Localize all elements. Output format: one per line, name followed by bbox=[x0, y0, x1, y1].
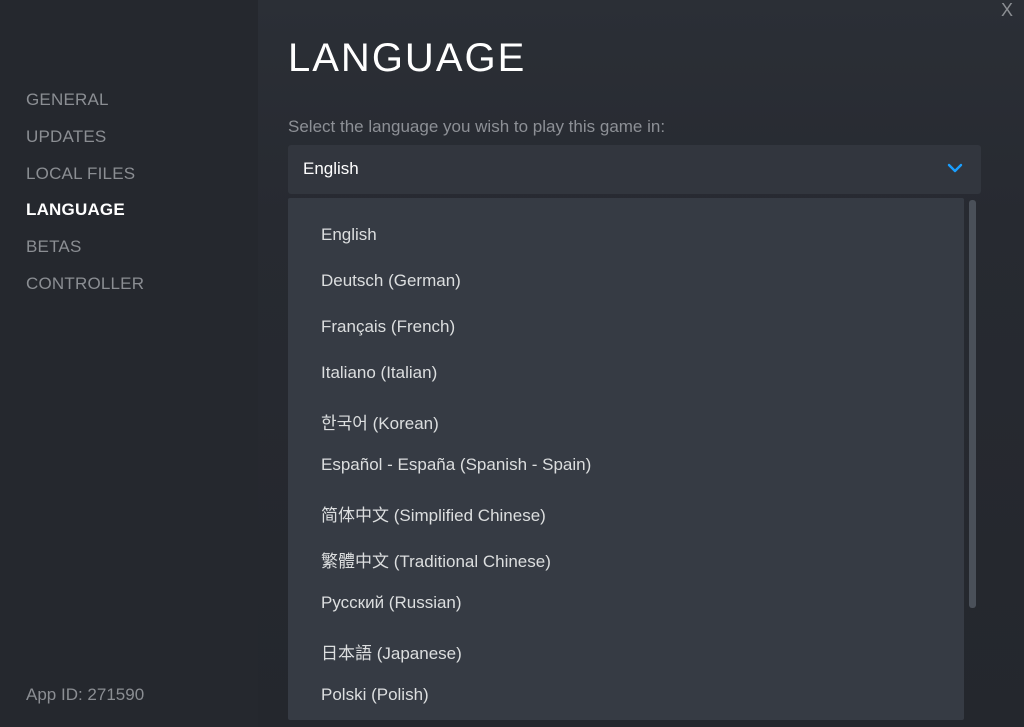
language-option-korean[interactable]: 한국어 (Korean) bbox=[321, 409, 439, 434]
main-panel: X LANGUAGE Select the language you wish … bbox=[258, 0, 1024, 727]
nav-item-updates[interactable]: UPDATES bbox=[26, 126, 144, 163]
close-icon: X bbox=[1000, 0, 1013, 20]
language-option-simplified-chinese[interactable]: 简体中文 (Simplified Chinese) bbox=[321, 501, 546, 526]
chevron-down-icon bbox=[947, 163, 963, 173]
nav-item-language[interactable]: LANGUAGE bbox=[26, 199, 144, 236]
language-option-russian[interactable]: Русский (Russian) bbox=[321, 593, 462, 613]
language-option-spanish-spain[interactable]: Español - España (Spanish - Spain) bbox=[321, 455, 591, 475]
language-option-polish[interactable]: Polski (Polish) bbox=[321, 685, 429, 705]
dropdown-scrollbar-thumb[interactable] bbox=[969, 200, 976, 608]
language-option-french[interactable]: Français (French) bbox=[321, 317, 455, 337]
nav-item-general[interactable]: GENERAL bbox=[26, 89, 144, 126]
language-option-traditional-chinese[interactable]: 繁體中文 (Traditional Chinese) bbox=[321, 547, 551, 572]
language-select-label: Select the language you wish to play thi… bbox=[288, 117, 666, 136]
nav-item-controller[interactable]: CONTROLLER bbox=[26, 273, 144, 310]
language-option-italian[interactable]: Italiano (Italian) bbox=[321, 363, 437, 383]
close-button[interactable]: X bbox=[998, 0, 1016, 20]
language-option-german[interactable]: Deutsch (German) bbox=[321, 271, 461, 291]
sidebar: GENERAL UPDATES LOCAL FILES LANGUAGE BET… bbox=[0, 0, 258, 727]
language-option-japanese[interactable]: 日本語 (Japanese) bbox=[321, 639, 462, 664]
language-select-value: English bbox=[303, 159, 359, 178]
settings-nav: GENERAL UPDATES LOCAL FILES LANGUAGE BET… bbox=[26, 89, 144, 310]
page-title: LANGUAGE bbox=[288, 36, 527, 80]
app-id-label: App ID: 271590 bbox=[26, 685, 145, 704]
nav-item-betas[interactable]: BETAS bbox=[26, 236, 144, 273]
language-dropdown-list: English Deutsch (German) Français (Frenc… bbox=[288, 198, 964, 720]
nav-item-local-files[interactable]: LOCAL FILES bbox=[26, 163, 144, 200]
language-option-english[interactable]: English bbox=[321, 225, 377, 245]
language-select[interactable]: English bbox=[288, 145, 981, 194]
